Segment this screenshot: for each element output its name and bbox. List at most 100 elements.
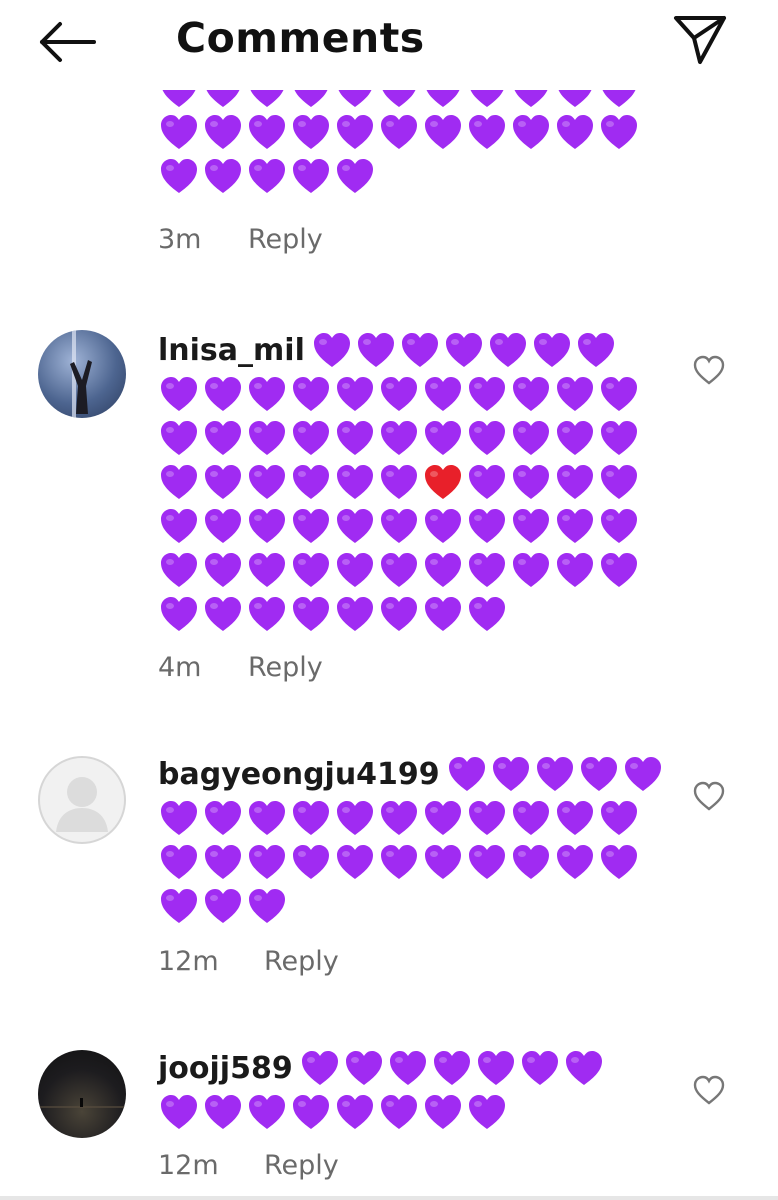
purple-heart-emoji: [334, 418, 376, 458]
purple-heart-emoji: [202, 1092, 244, 1132]
comment-username[interactable]: bagyeongju4199: [158, 757, 440, 792]
purple-heart-emoji: [290, 418, 332, 458]
purple-heart-emoji: [422, 374, 464, 414]
purple-heart-emoji: [378, 842, 420, 882]
comment-username[interactable]: joojj589: [158, 1051, 293, 1086]
purple-heart-emoji: [466, 842, 508, 882]
purple-heart-emoji: [290, 550, 332, 590]
purple-heart-emoji: [554, 798, 596, 838]
like-button[interactable]: [692, 354, 726, 386]
purple-heart-emoji: [510, 842, 552, 882]
purple-heart-emoji: [378, 374, 420, 414]
purple-heart-emoji: [246, 594, 288, 634]
purple-heart-emoji: [290, 1092, 332, 1132]
purple-heart-emoji: [202, 506, 244, 546]
avatar[interactable]: [38, 330, 126, 418]
purple-heart-emoji: [422, 798, 464, 838]
comment-meta: 4m Reply: [158, 652, 323, 683]
send-button[interactable]: [670, 12, 730, 66]
purple-heart-emoji: [290, 842, 332, 882]
purple-heart-emoji: [158, 550, 200, 590]
purple-heart-emoji: [598, 462, 640, 502]
purple-heart-emoji: [466, 594, 508, 634]
comment-meta: 3m Reply: [158, 224, 323, 255]
purple-heart-emoji: [158, 842, 200, 882]
purple-heart-emoji: [510, 90, 552, 110]
purple-heart-emoji: [510, 462, 552, 502]
purple-heart-emoji: [422, 842, 464, 882]
reply-button[interactable]: Reply: [264, 1150, 339, 1181]
comment-item: lnisa_mil 4m Reply: [0, 320, 778, 700]
purple-heart-emoji: [598, 90, 638, 110]
purple-heart-emoji: [246, 550, 288, 590]
purple-heart-emoji: [246, 156, 288, 196]
purple-heart-emoji: [598, 374, 640, 414]
purple-heart-emoji: [334, 842, 376, 882]
purple-heart-emoji: [246, 506, 288, 546]
like-button[interactable]: [692, 780, 726, 812]
purple-heart-emoji: [334, 1092, 376, 1132]
purple-heart-emoji: [290, 156, 332, 196]
purple-heart-emoji: [519, 1048, 561, 1088]
purple-heart-emoji: [510, 374, 552, 414]
purple-heart-emoji: [378, 90, 420, 110]
reply-button[interactable]: Reply: [248, 224, 323, 255]
purple-heart-emoji: [246, 374, 288, 414]
purple-heart-emoji: [343, 1048, 385, 1088]
avatar[interactable]: [38, 1050, 126, 1138]
purple-heart-emoji: [466, 550, 508, 590]
purple-heart-emoji: [399, 330, 441, 370]
purple-heart-emoji: [554, 550, 596, 590]
purple-heart-emoji: [334, 798, 376, 838]
reply-button[interactable]: Reply: [248, 652, 323, 683]
back-button[interactable]: [36, 18, 100, 66]
purple-heart-emoji: [554, 374, 596, 414]
comment-time: 12m: [158, 1150, 219, 1181]
purple-heart-emoji: [598, 798, 640, 838]
comment-item: joojj589 12m Reply: [0, 1040, 778, 1200]
purple-heart-emoji: [246, 842, 288, 882]
purple-heart-emoji: [554, 506, 596, 546]
purple-heart-emoji: [466, 462, 508, 502]
purple-heart-emoji: [466, 112, 508, 152]
purple-heart-emoji: [334, 112, 376, 152]
purple-heart-emoji: [598, 112, 640, 152]
purple-heart-emoji: [378, 1092, 420, 1132]
purple-heart-emoji: [378, 418, 420, 458]
purple-heart-emoji: [466, 418, 508, 458]
purple-heart-emoji: [510, 798, 552, 838]
purple-heart-emoji: [378, 462, 420, 502]
purple-heart-emoji: [158, 112, 200, 152]
comment-body: bagyeongju4199: [158, 752, 661, 928]
purple-heart-emoji: [158, 594, 200, 634]
purple-heart-emoji: [158, 886, 200, 926]
purple-heart-emoji: [158, 374, 200, 414]
peace-hand-icon: [70, 330, 92, 418]
purple-heart-emoji: [466, 374, 508, 414]
purple-heart-emoji: [510, 112, 552, 152]
heart-outline-icon: [693, 1075, 725, 1105]
purple-heart-emoji: [202, 418, 244, 458]
avatar[interactable]: [38, 756, 126, 844]
purple-heart-emoji: [334, 374, 376, 414]
purple-heart-emoji: [378, 112, 420, 152]
purple-heart-emoji: [334, 594, 376, 634]
reply-button[interactable]: Reply: [264, 946, 339, 977]
heart-row: [158, 372, 638, 416]
purple-heart-emoji: [246, 1092, 288, 1132]
purple-heart-emoji: [422, 594, 464, 634]
comment-username[interactable]: lnisa_mil: [158, 333, 305, 368]
purple-heart-emoji: [598, 418, 640, 458]
like-button[interactable]: [692, 1074, 726, 1106]
purple-heart-emoji: [466, 506, 508, 546]
heart-row: [158, 416, 638, 460]
purple-heart-emoji: [158, 90, 200, 110]
purple-heart-emoji: [158, 1092, 200, 1132]
purple-heart-emoji: [202, 886, 244, 926]
paper-plane-icon: [674, 16, 726, 64]
heart-row: [158, 460, 638, 504]
comment-meta: 12m Reply: [158, 1150, 339, 1181]
purple-heart-emoji: [598, 550, 640, 590]
heart-row: [158, 884, 638, 928]
purple-heart-emoji: [487, 330, 529, 370]
